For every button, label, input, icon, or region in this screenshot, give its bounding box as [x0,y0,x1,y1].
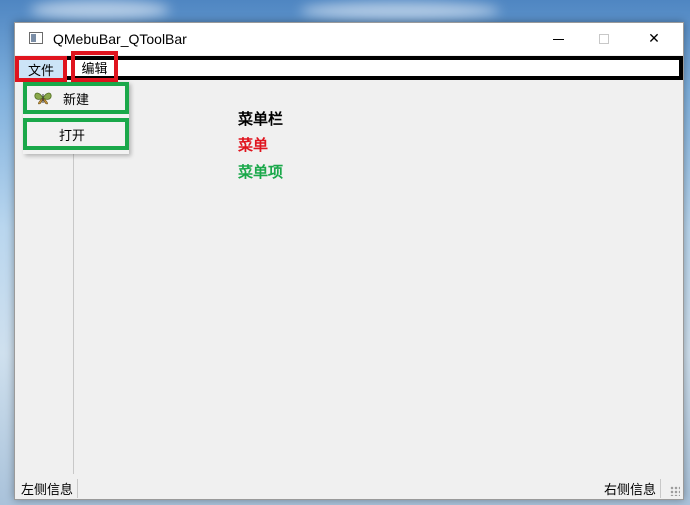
menu-item-new[interactable]: 新建 [23,82,129,114]
file-dropdown-menu: 新建 打开 [23,82,129,154]
desktop-cloud [300,2,500,20]
status-bar: 左侧信息 右侧信息 [15,475,683,499]
close-icon: ✕ [648,31,660,47]
label-menu: 菜单 [238,136,269,154]
minimize-button[interactable] [535,23,581,55]
minimize-icon [552,38,564,40]
resize-grip[interactable] [670,486,680,496]
close-button[interactable]: ✕ [631,23,677,55]
menu-edit-label: 编辑 [81,62,108,77]
maximize-icon [599,34,609,44]
menu-bar: 文件 编辑 [15,51,683,82]
status-right-info: 右侧信息 [604,479,661,498]
menu-file[interactable]: 文件 [15,56,67,82]
menu-item-new-label: 新建 [63,92,90,108]
menu-item-open[interactable]: 打开 [23,118,129,150]
menu-edit[interactable]: 编辑 [71,51,118,82]
label-menu-item: 菜单项 [238,163,284,181]
main-window: QMebuBar_QToolBar ✕ 文件 编辑 新建 打开 菜单栏 菜单 菜… [14,22,684,500]
window-title: QMebuBar_QToolBar [53,31,187,47]
desktop-cloud [30,0,170,20]
menu-item-open-label: 打开 [59,128,86,144]
maximize-button[interactable] [581,23,627,55]
label-menubar: 菜单栏 [238,110,284,128]
status-left-info: 左侧信息 [21,479,79,498]
app-window-icon [29,32,43,44]
butterfly-icon [34,92,52,105]
